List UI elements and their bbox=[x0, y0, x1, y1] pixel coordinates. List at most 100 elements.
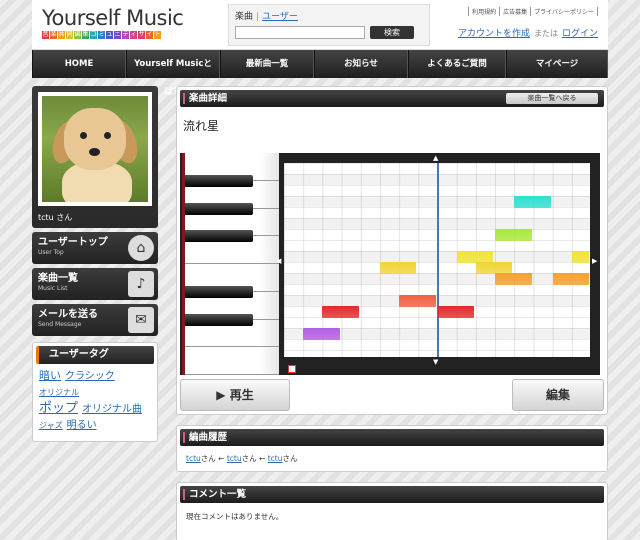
logo-sub-char: 編 bbox=[74, 31, 81, 39]
black-key[interactable] bbox=[185, 230, 253, 243]
logo-sub-char: ュ bbox=[106, 31, 113, 39]
logo-sub-char: イ bbox=[146, 31, 153, 39]
home-icon: ⌂ bbox=[128, 235, 154, 261]
top-links: 利用規約 広告募集 プライバシーポリシー bbox=[468, 7, 598, 16]
arrangement-history-panel: 編曲履歴 tctuさん ← tctuさん ← tctuさん bbox=[176, 425, 608, 472]
scroll-up-icon[interactable]: ▲ bbox=[433, 154, 438, 162]
logo-sub-char: テ bbox=[122, 31, 129, 39]
or-text: または bbox=[533, 29, 558, 38]
music-note-icon: ♪ bbox=[128, 271, 154, 297]
black-key[interactable] bbox=[185, 313, 253, 326]
scroll-left-icon[interactable]: ◀ bbox=[276, 257, 281, 265]
dog-avatar bbox=[42, 96, 148, 202]
note-grid[interactable] bbox=[284, 163, 590, 357]
profile-photo bbox=[38, 92, 152, 206]
user-tags-title: ユーザータグ bbox=[36, 346, 154, 364]
search-input[interactable] bbox=[235, 26, 365, 39]
song-detail-header: 楽曲詳細 楽曲一覧へ戻る bbox=[180, 90, 604, 107]
note-block[interactable] bbox=[303, 328, 340, 340]
black-key[interactable] bbox=[185, 174, 253, 187]
note-block[interactable] bbox=[380, 262, 417, 274]
tag-pop[interactable]: ポップ bbox=[39, 401, 78, 417]
note-block[interactable] bbox=[572, 251, 590, 263]
edit-button[interactable]: 編集 bbox=[512, 379, 604, 411]
search-tabs: 楽曲 | ユーザー bbox=[235, 12, 298, 22]
white-key[interactable] bbox=[185, 347, 279, 375]
send-message-button[interactable]: メールを送る Send Message ✉ bbox=[32, 304, 158, 336]
site-header: Yourself Music 音楽共同編集コミュニティサイト 楽曲 | ユーザー 検… bbox=[32, 0, 608, 50]
history-user-2[interactable]: tctu bbox=[227, 454, 242, 463]
ads-link[interactable]: 広告募集 bbox=[499, 7, 530, 16]
logo-sub-char: 音 bbox=[42, 31, 49, 39]
tag-jazz[interactable]: ジャズ bbox=[39, 418, 63, 434]
note-block[interactable] bbox=[552, 273, 590, 285]
position-marker[interactable] bbox=[288, 365, 296, 373]
logo-sub-char: サ bbox=[138, 31, 145, 39]
arrangement-history-header: 編曲履歴 bbox=[180, 429, 604, 446]
note-block[interactable] bbox=[399, 295, 436, 307]
note-block[interactable] bbox=[322, 306, 359, 318]
create-account-link[interactable]: アカウントを作成 bbox=[458, 29, 530, 39]
nav-news[interactable]: お知らせ bbox=[314, 50, 408, 78]
scroll-right-icon[interactable]: ▶ bbox=[592, 257, 597, 265]
search-box: 楽曲 | ユーザー 検索 bbox=[228, 4, 430, 46]
main-nav: HOME Yourself Musicとは？ 最新曲一覧 お知らせ よくあるご質… bbox=[32, 50, 608, 97]
search-button[interactable]: 検索 bbox=[370, 26, 414, 39]
back-to-list-button[interactable]: 楽曲一覧へ戻る bbox=[506, 93, 598, 104]
profile-name: tctu さん bbox=[38, 213, 73, 222]
user-tags: ユーザータグ 暗い クラシックオリジナル ポップ オリジナル曲 ジャズ 明るい bbox=[32, 342, 158, 442]
logo-sub-char: 楽 bbox=[50, 31, 57, 39]
user-top-button[interactable]: ユーザートップ User Top ⌂ bbox=[32, 232, 158, 264]
logo-sub-char: ィ bbox=[130, 31, 137, 39]
logo-subtitle: 音楽共同編集コミュニティサイト bbox=[42, 31, 183, 39]
logo-sub-char: 共 bbox=[58, 31, 65, 39]
comments-panel: コメント一覧 現在コメントはありません。 bbox=[176, 482, 608, 540]
account-links: アカウントを作成 または ログイン bbox=[458, 26, 598, 39]
profile-card: tctu さん bbox=[32, 86, 158, 228]
search-tab-user[interactable]: ユーザー bbox=[262, 12, 298, 22]
note-block[interactable] bbox=[437, 306, 474, 318]
tag-classic[interactable]: クラシック bbox=[65, 369, 115, 385]
privacy-link[interactable]: プライバシーポリシー bbox=[530, 7, 598, 16]
tag-bright[interactable]: 明るい bbox=[67, 418, 97, 434]
note-block[interactable] bbox=[495, 273, 532, 285]
comments-header: コメント一覧 bbox=[180, 486, 604, 503]
sidebar: tctu さん ユーザートップ User Top ⌂ 楽曲一覧 Music Li… bbox=[32, 86, 158, 442]
nav-latest[interactable]: 最新曲一覧 bbox=[220, 50, 314, 78]
song-detail-panel: 楽曲詳細 楽曲一覧へ戻る 流れ星 ▲ ▼ ◀ ▶ ▶ 再生 編集 bbox=[176, 86, 608, 415]
site-logo[interactable]: Yourself Music 音楽共同編集コミュニティサイト bbox=[42, 6, 184, 39]
playhead[interactable] bbox=[437, 163, 439, 357]
login-link[interactable]: ログイン bbox=[562, 29, 598, 39]
logo-title: Yourself Music bbox=[42, 6, 184, 30]
nav-faq[interactable]: よくあるご質問 bbox=[408, 50, 506, 78]
nav-mypage[interactable]: マイページ bbox=[506, 50, 608, 78]
logo-sub-char: ニ bbox=[114, 31, 121, 39]
piano-keyboard bbox=[182, 153, 279, 375]
nav-home[interactable]: HOME bbox=[32, 50, 126, 78]
history-user-1[interactable]: tctu bbox=[186, 454, 201, 463]
nav-about[interactable]: Yourself Musicとは？ bbox=[126, 50, 220, 97]
terms-link[interactable]: 利用規約 bbox=[468, 7, 499, 16]
logo-sub-char: 同 bbox=[66, 31, 73, 39]
piano-roll: ▲ ▼ ◀ ▶ bbox=[180, 153, 600, 375]
logo-sub-char: 集 bbox=[82, 31, 89, 39]
tag-dark[interactable]: 暗い bbox=[39, 368, 61, 384]
logo-sub-char: ト bbox=[154, 31, 161, 39]
no-comments-text: 現在コメントはありません。 bbox=[186, 512, 284, 521]
note-block[interactable] bbox=[495, 229, 532, 241]
envelope-icon: ✉ bbox=[128, 307, 154, 333]
black-key[interactable] bbox=[185, 285, 253, 298]
play-button[interactable]: ▶ 再生 bbox=[180, 379, 290, 411]
history-user-3[interactable]: tctu bbox=[268, 454, 283, 463]
arrangement-history: tctuさん ← tctuさん ← tctuさん bbox=[186, 454, 298, 463]
tag-original-song[interactable]: オリジナル曲 bbox=[82, 402, 142, 418]
tag-cloud: 暗い クラシックオリジナル ポップ オリジナル曲 ジャズ 明るい bbox=[36, 364, 154, 438]
logo-sub-char: コ bbox=[90, 31, 97, 39]
tag-original[interactable]: オリジナル bbox=[39, 385, 79, 401]
note-block[interactable] bbox=[514, 196, 551, 208]
scroll-down-icon[interactable]: ▼ bbox=[433, 358, 438, 366]
music-list-button[interactable]: 楽曲一覧 Music List ♪ bbox=[32, 268, 158, 300]
black-key[interactable] bbox=[185, 202, 253, 215]
search-tab-music[interactable]: 楽曲 bbox=[235, 12, 253, 22]
main-content: 楽曲詳細 楽曲一覧へ戻る 流れ星 ▲ ▼ ◀ ▶ ▶ 再生 編集 編曲履歴 tc… bbox=[176, 86, 608, 540]
